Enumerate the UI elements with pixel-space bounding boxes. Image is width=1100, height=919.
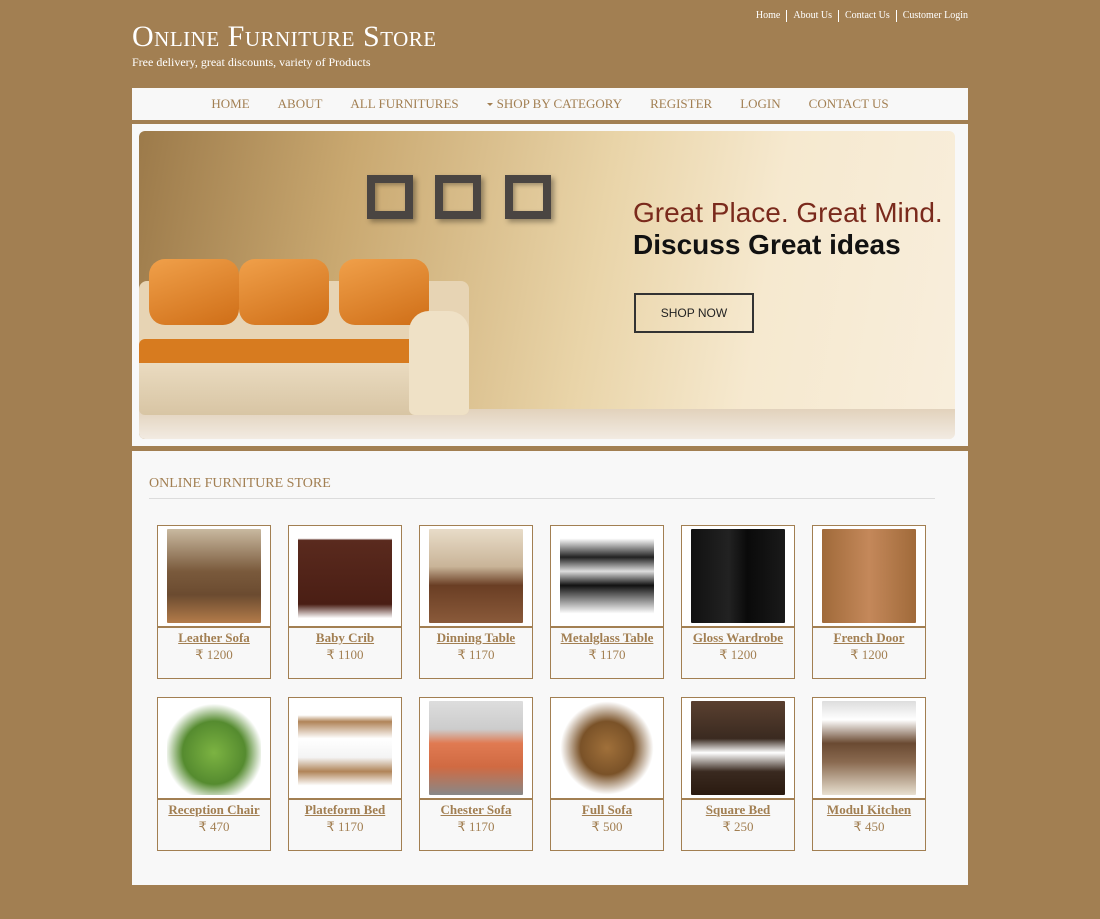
product-price: ₹ 1170 — [326, 819, 364, 834]
site-tagline: Free delivery, great discounts, variety … — [132, 55, 371, 69]
product-image — [429, 529, 523, 623]
product-card[interactable]: French Door ₹ 1200 — [812, 525, 926, 679]
product-thumbnail[interactable] — [420, 698, 532, 800]
product-thumbnail[interactable] — [551, 698, 663, 800]
wall-shelf-image — [367, 175, 413, 219]
product-name-link[interactable]: Metalglass Table — [561, 630, 654, 646]
product-thumbnail[interactable] — [158, 526, 270, 628]
product-thumbnail[interactable] — [289, 526, 401, 628]
product-price: ₹ 1170 — [457, 647, 495, 662]
product-price: ₹ 500 — [591, 819, 623, 834]
product-price: ₹ 1200 — [195, 647, 233, 662]
product-name-link[interactable]: Leather Sofa — [178, 630, 250, 646]
nav-register[interactable]: REGISTER — [650, 96, 712, 112]
product-image — [822, 529, 916, 623]
nav-login[interactable]: LOGIN — [740, 96, 780, 112]
main-nav: HOME ABOUT ALL FURNITURES SHOP BY CATEGO… — [132, 88, 968, 122]
product-card[interactable]: Leather Sofa ₹ 1200 — [157, 525, 271, 679]
section-title: ONLINE FURNITURE STORE — [149, 476, 331, 491]
nav-home[interactable]: HOME — [211, 96, 249, 112]
top-link-about-us[interactable]: About Us — [786, 10, 838, 22]
top-links: Home About Us Contact Us Customer Login — [750, 10, 968, 22]
nav-shop-by-category-label: SHOP BY CATEGORY — [496, 96, 623, 111]
banner-container: Great Place. Great Mind. Discuss Great i… — [132, 124, 968, 446]
wall-shelf-image — [435, 175, 481, 219]
product-name-link[interactable]: French Door — [834, 630, 905, 646]
product-name-link[interactable]: Chester Sofa — [441, 802, 512, 818]
product-card[interactable]: Metalglass Table ₹ 1170 — [550, 525, 664, 679]
product-section: ONLINE FURNITURE STORE Leather Sofa ₹ 12… — [132, 451, 968, 885]
product-thumbnail[interactable] — [813, 698, 925, 800]
product-card[interactable]: Dinning Table ₹ 1170 — [419, 525, 533, 679]
product-price: ₹ 1170 — [588, 647, 626, 662]
product-image — [822, 701, 916, 795]
product-price: ₹ 1170 — [457, 819, 495, 834]
product-price: ₹ 450 — [853, 819, 885, 834]
product-name-link[interactable]: Gloss Wardrobe — [693, 630, 783, 646]
product-thumbnail[interactable] — [420, 526, 532, 628]
product-image — [691, 701, 785, 795]
product-name-link[interactable]: Modul Kitchen — [827, 802, 911, 818]
product-thumbnail[interactable] — [158, 698, 270, 800]
top-link-customer-login[interactable]: Customer Login — [895, 10, 968, 22]
product-price: ₹ 1200 — [719, 647, 757, 662]
product-name-link[interactable]: Square Bed — [706, 802, 770, 818]
product-name-link[interactable]: Dinning Table — [437, 630, 515, 646]
product-image — [167, 529, 261, 623]
nav-shop-by-category[interactable]: SHOP BY CATEGORY — [486, 96, 623, 112]
product-card[interactable]: Full Sofa ₹ 500 — [550, 697, 664, 851]
product-price: ₹ 470 — [198, 819, 230, 834]
product-image — [298, 701, 392, 795]
product-card[interactable]: Baby Crib ₹ 1100 — [288, 525, 402, 679]
nav-all-furnitures[interactable]: ALL FURNITURES — [350, 96, 458, 112]
product-card[interactable]: Gloss Wardrobe ₹ 1200 — [681, 525, 795, 679]
product-thumbnail[interactable] — [289, 698, 401, 800]
product-thumbnail[interactable] — [813, 526, 925, 628]
top-link-contact-us[interactable]: Contact Us — [838, 10, 896, 22]
banner-headline: Great Place. Great Mind. — [633, 197, 943, 228]
product-thumbnail[interactable] — [682, 526, 794, 628]
hero-banner: Great Place. Great Mind. Discuss Great i… — [139, 131, 955, 439]
caret-down-icon — [486, 102, 493, 106]
product-image — [298, 529, 392, 623]
product-image — [560, 529, 654, 623]
product-name-link[interactable]: Full Sofa — [582, 802, 632, 818]
product-card[interactable]: Chester Sofa ₹ 1170 — [419, 697, 533, 851]
section-rule — [149, 498, 935, 499]
product-thumbnail[interactable] — [682, 698, 794, 800]
nav-contact-us[interactable]: CONTACT US — [809, 96, 889, 112]
product-price: ₹ 1100 — [326, 647, 364, 662]
sofa-image — [139, 251, 469, 421]
product-card[interactable]: Modul Kitchen ₹ 450 — [812, 697, 926, 851]
product-card[interactable]: Plateform Bed ₹ 1170 — [288, 697, 402, 851]
product-name-link[interactable]: Baby Crib — [316, 630, 374, 646]
product-card[interactable]: Square Bed ₹ 250 — [681, 697, 795, 851]
product-price: ₹ 1200 — [850, 647, 888, 662]
shop-now-button[interactable]: SHOP NOW — [634, 293, 754, 333]
site-title: Online Furniture Store — [132, 20, 437, 53]
product-grid: Leather Sofa ₹ 1200 Baby Crib ₹ 1100 Din… — [157, 525, 926, 851]
product-image — [691, 529, 785, 623]
product-price: ₹ 250 — [722, 819, 754, 834]
product-image — [560, 701, 654, 795]
product-name-link[interactable]: Plateform Bed — [305, 802, 386, 818]
nav-about[interactable]: ABOUT — [278, 96, 323, 112]
product-image — [429, 701, 523, 795]
wall-shelf-image — [505, 175, 551, 219]
product-image — [167, 701, 261, 795]
product-card[interactable]: Reception Chair ₹ 470 — [157, 697, 271, 851]
top-link-home[interactable]: Home — [750, 10, 786, 22]
product-name-link[interactable]: Reception Chair — [168, 802, 259, 818]
banner-subheadline: Discuss Great ideas — [633, 229, 901, 260]
product-thumbnail[interactable] — [551, 526, 663, 628]
